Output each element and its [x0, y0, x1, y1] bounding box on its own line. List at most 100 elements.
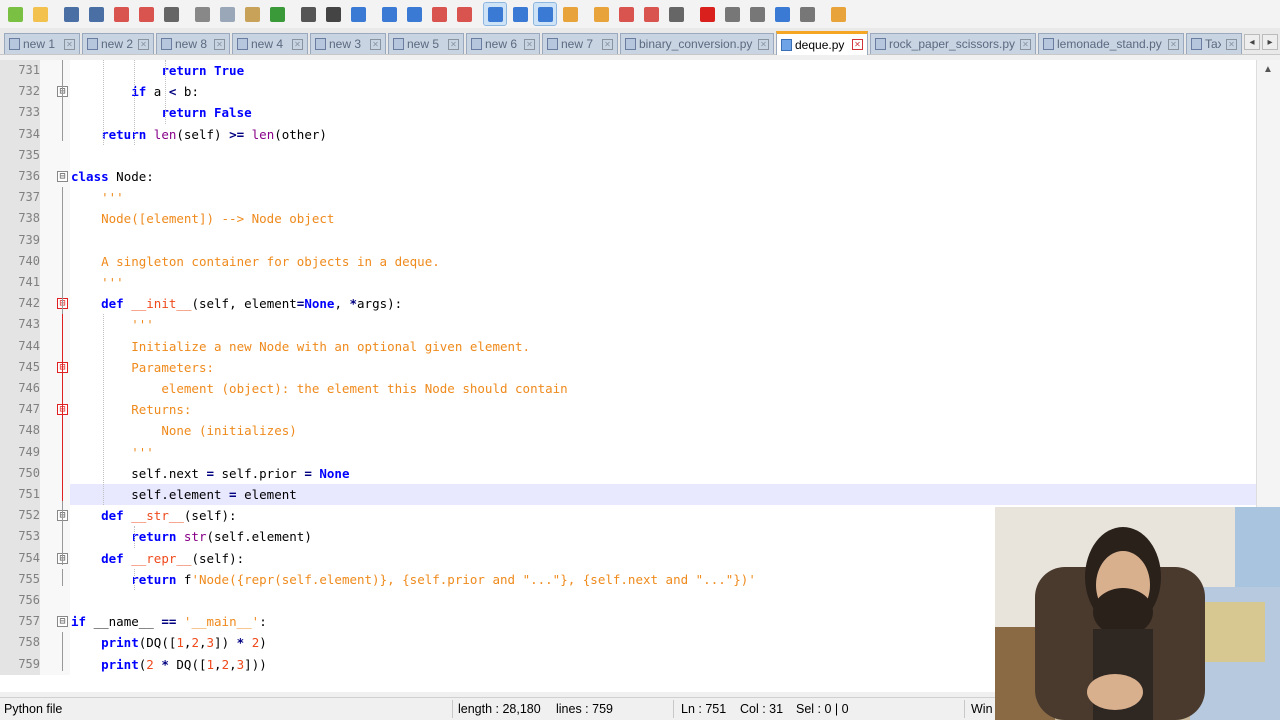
tab-new-7[interactable]: new 7 ✕: [542, 33, 618, 54]
fold-margin[interactable]: [40, 60, 70, 82]
record-macro-button[interactable]: [696, 3, 718, 25]
fold-toggle-icon[interactable]: ⊟: [57, 171, 68, 182]
code-line[interactable]: 751 self.element = element: [0, 484, 1256, 506]
fold-margin[interactable]: [40, 378, 70, 400]
code-line[interactable]: 741 ''': [0, 272, 1256, 294]
play-macro-button[interactable]: [746, 3, 768, 25]
close-all-button[interactable]: [135, 3, 157, 25]
print-button[interactable]: [160, 3, 182, 25]
find-button[interactable]: [322, 3, 344, 25]
tab-rock-paper-scissors-py[interactable]: rock_paper_scissors.py ✕: [870, 33, 1036, 54]
fold-margin[interactable]: [40, 187, 70, 209]
fold-margin[interactable]: [40, 335, 70, 357]
word-wrap-button[interactable]: [483, 2, 507, 26]
code-line[interactable]: 738 Node([element]) --> Node object: [0, 208, 1256, 230]
code-line[interactable]: 734 return len(self) >= len(other): [0, 123, 1256, 145]
save-all-button[interactable]: [85, 3, 107, 25]
code-line[interactable]: 731 return True: [0, 60, 1256, 82]
cut-button[interactable]: [191, 3, 213, 25]
tab-close-icon[interactable]: ✕: [448, 38, 459, 50]
tab-tax-py[interactable]: Tax.py ✕: [1186, 33, 1242, 54]
tab-close-icon[interactable]: ✕: [292, 38, 303, 50]
indent-guide-button[interactable]: [533, 2, 557, 26]
run-macro-multiple-button[interactable]: [771, 3, 793, 25]
fold-margin[interactable]: [40, 229, 70, 251]
fold-margin[interactable]: [40, 632, 70, 654]
fold-margin[interactable]: [40, 144, 70, 166]
tab-close-icon[interactable]: ✕: [758, 38, 769, 50]
tab-new-3[interactable]: new 3 ✕: [310, 33, 386, 54]
stop-macro-button[interactable]: [721, 3, 743, 25]
code-line[interactable]: 733 return False: [0, 102, 1256, 124]
close-button[interactable]: [110, 3, 132, 25]
fold-margin[interactable]: [40, 272, 70, 294]
code-line[interactable]: 748 None (initializes): [0, 420, 1256, 442]
fold-margin[interactable]: [40, 420, 70, 442]
doc-map-button[interactable]: [590, 3, 612, 25]
code-line[interactable]: 744 Initialize a new Node with an option…: [0, 335, 1256, 357]
copy-button[interactable]: [216, 3, 238, 25]
folder-workspace-button[interactable]: [640, 3, 662, 25]
fold-margin[interactable]: [40, 462, 70, 484]
fold-margin[interactable]: [40, 441, 70, 463]
tab-new-2[interactable]: new 2 ✕: [82, 33, 154, 54]
fold-margin[interactable]: [40, 102, 70, 124]
code-line[interactable]: 746 element (object): the element this N…: [0, 378, 1256, 400]
redo-button[interactable]: [297, 3, 319, 25]
fold-margin[interactable]: [40, 653, 70, 675]
fold-margin[interactable]: [40, 314, 70, 336]
sync-horizontal-button[interactable]: [453, 3, 475, 25]
tab-close-icon[interactable]: ✕: [138, 38, 149, 50]
fold-margin[interactable]: [40, 590, 70, 612]
code-line[interactable]: 736 class Node:: [0, 166, 1256, 188]
zoom-out-button[interactable]: [403, 3, 425, 25]
paste-button[interactable]: [241, 3, 263, 25]
code-line[interactable]: 732 if a < b:: [0, 81, 1256, 103]
tab-binary-conversion-py[interactable]: binary_conversion.py ✕: [620, 33, 774, 54]
undo-button[interactable]: [266, 3, 288, 25]
fold-margin[interactable]: [40, 484, 70, 506]
new-file-button[interactable]: [4, 3, 26, 25]
tab-new-1[interactable]: new 1 ✕: [4, 33, 80, 54]
tab-deque-py[interactable]: deque.py ✕: [776, 31, 868, 55]
code-line[interactable]: 747 Returns:: [0, 399, 1256, 421]
code-line[interactable]: 740 A singleton container for objects in…: [0, 250, 1256, 272]
code-line[interactable]: 743 ''': [0, 314, 1256, 336]
code-line[interactable]: 745 Parameters:: [0, 356, 1256, 378]
replace-button[interactable]: [347, 3, 369, 25]
fold-margin[interactable]: [40, 568, 70, 590]
fold-margin[interactable]: [40, 250, 70, 272]
plugin-button[interactable]: [827, 3, 849, 25]
tab-new-4[interactable]: new 4 ✕: [232, 33, 308, 54]
fold-margin[interactable]: [40, 123, 70, 145]
tab-close-icon[interactable]: ✕: [524, 38, 535, 50]
tab-new-5[interactable]: new 5 ✕: [388, 33, 464, 54]
code-line[interactable]: 739: [0, 229, 1256, 251]
tab-close-icon[interactable]: ✕: [64, 38, 75, 50]
code-line[interactable]: 749 ''': [0, 441, 1256, 463]
open-file-button[interactable]: [29, 3, 51, 25]
sync-vertical-button[interactable]: [428, 3, 450, 25]
language-button[interactable]: [559, 3, 581, 25]
scroll-up-icon[interactable]: ▲: [1263, 64, 1273, 75]
tab-close-icon[interactable]: ✕: [214, 38, 225, 50]
fold-toggle-icon[interactable]: ⊟: [57, 616, 68, 628]
tab-scroll-left-button[interactable]: ◂: [1244, 34, 1260, 50]
tab-close-icon[interactable]: ✕: [370, 38, 381, 50]
tab-close-icon[interactable]: ✕: [1168, 38, 1179, 50]
tab-lemonade-stand-py[interactable]: lemonade_stand.py ✕: [1038, 33, 1184, 54]
code-line[interactable]: 750 self.next = self.prior = None: [0, 462, 1256, 484]
tab-close-icon[interactable]: ✕: [1226, 38, 1237, 50]
tab-new-8[interactable]: new 8 ✕: [156, 33, 230, 54]
fold-margin[interactable]: [40, 208, 70, 230]
code-line[interactable]: 735: [0, 144, 1256, 166]
tab-close-icon[interactable]: ✕: [852, 39, 863, 50]
zoom-in-button[interactable]: [378, 3, 400, 25]
code-line[interactable]: 737 ''': [0, 187, 1256, 209]
tab-close-icon[interactable]: ✕: [602, 38, 613, 50]
fold-margin[interactable]: [40, 526, 70, 548]
tab-close-icon[interactable]: ✕: [1020, 38, 1031, 50]
code-line[interactable]: 742 def __init__(self, element=None, *ar…: [0, 293, 1256, 315]
function-list-button[interactable]: [615, 3, 637, 25]
save-button[interactable]: [60, 3, 82, 25]
